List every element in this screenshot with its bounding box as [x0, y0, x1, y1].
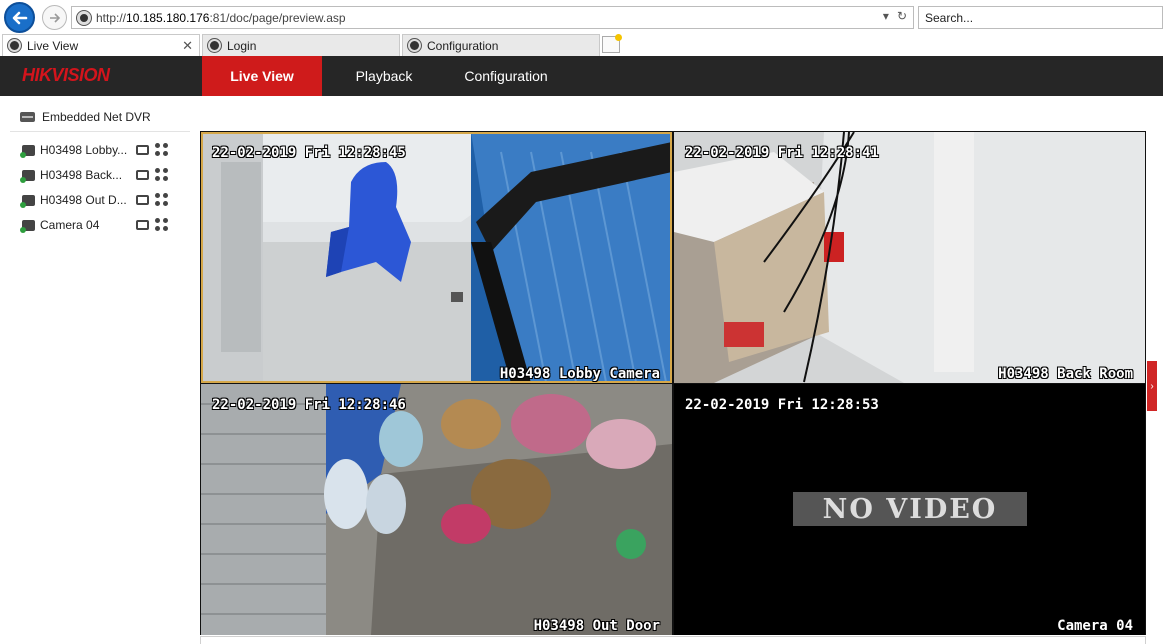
record-icon[interactable] — [136, 145, 149, 155]
tab-label: Login — [227, 38, 257, 53]
ptz-icon[interactable] — [155, 143, 171, 157]
camera-icon — [20, 144, 35, 158]
ptz-icon[interactable] — [155, 168, 171, 182]
video-grid: 22-02-2019 Fri 12:28:45 H03498 Lobby Cam… — [200, 131, 1146, 635]
tile-camera-name: Camera 04 — [1057, 618, 1133, 634]
video-tile-back-room[interactable]: 22-02-2019 Fri 12:28:41 H03498 Back Room — [674, 132, 1145, 383]
video-tile-lobby[interactable]: 22-02-2019 Fri 12:28:45 H03498 Lobby Cam… — [201, 132, 672, 383]
dvr-icon — [20, 112, 35, 122]
tab-label: Configuration — [427, 38, 499, 53]
record-icon[interactable] — [136, 220, 149, 230]
refresh-icon[interactable]: ↻ — [897, 9, 907, 23]
tile-camera-name: H03498 Lobby Camera — [499, 366, 660, 382]
back-button[interactable] — [4, 2, 35, 33]
tab-favicon-icon — [408, 39, 421, 52]
back-room-camera-feed — [674, 132, 1145, 383]
close-icon[interactable]: ✕ — [182, 38, 193, 54]
new-tab-button[interactable] — [602, 34, 622, 53]
tab-favicon-icon — [208, 39, 221, 52]
ptz-icon[interactable] — [155, 193, 171, 207]
device-node[interactable]: Embedded Net DVR — [20, 110, 151, 124]
menu-configuration[interactable]: Configuration — [450, 56, 562, 96]
camera-item[interactable]: H03498 Back... — [20, 166, 182, 184]
ptz-icon[interactable] — [155, 218, 171, 232]
channel-sidebar: Embedded Net DVR H03498 Lobby... H03498 … — [0, 96, 200, 644]
tab-live-view[interactable]: Live View ✕ — [2, 34, 200, 56]
tab-configuration[interactable]: Configuration — [402, 34, 600, 56]
search-input[interactable]: Search... — [918, 6, 1163, 29]
tile-timestamp: 22-02-2019 Fri 12:28:41 — [685, 145, 879, 161]
browser-tab-bar: Live View ✕ Login Configuration — [0, 34, 1163, 56]
camera-icon — [20, 219, 35, 233]
camera-icon — [20, 169, 35, 183]
camera-label: H03498 Back... — [40, 168, 123, 182]
logo: HIKVISION — [22, 65, 110, 85]
tab-label: Live View — [27, 38, 79, 53]
camera-label: H03498 Out D... — [40, 193, 127, 207]
tile-timestamp: 22-02-2019 Fri 12:28:46 — [212, 397, 406, 413]
camera-item[interactable]: H03498 Out D... — [20, 191, 182, 209]
camera-icon — [20, 194, 35, 208]
forward-button[interactable] — [42, 5, 67, 30]
camera-item[interactable]: Camera 04 — [20, 216, 182, 234]
app-header: HIKVISION Live View Playback Configurati… — [0, 56, 1163, 96]
tab-favicon-icon — [8, 39, 21, 52]
url-input[interactable]: http://10.185.180.176:81/doc/page/previe… — [71, 6, 914, 29]
bottom-toolbar — [200, 636, 1146, 644]
tile-timestamp: 22-02-2019 Fri 12:28:53 — [685, 397, 879, 413]
video-tile-camera-04[interactable]: 22-02-2019 Fri 12:28:53 NO VIDEO Camera … — [674, 384, 1145, 635]
camera-item[interactable]: H03498 Lobby... — [20, 141, 182, 159]
arrow-left-icon — [12, 11, 27, 24]
menu-live-view[interactable]: Live View — [202, 56, 322, 96]
out-door-camera-feed — [201, 384, 672, 635]
tile-camera-name: H03498 Out Door — [533, 618, 660, 634]
url-text: http://10.185.180.176:81/doc/page/previe… — [96, 10, 346, 25]
tab-login[interactable]: Login — [202, 34, 400, 56]
browser-address-bar: http://10.185.180.176:81/doc/page/previe… — [0, 0, 1163, 34]
arrow-right-icon — [49, 12, 60, 23]
camera-label: Camera 04 — [40, 218, 100, 232]
lobby-camera-feed — [201, 132, 672, 383]
tile-timestamp: 22-02-2019 Fri 12:28:45 — [212, 145, 406, 161]
panel-toggle-button[interactable]: › — [1147, 361, 1157, 411]
dropdown-icon[interactable]: ▾ — [883, 9, 889, 23]
tile-camera-name: H03498 Back Room — [998, 366, 1133, 382]
video-tile-out-door[interactable]: 22-02-2019 Fri 12:28:46 H03498 Out Door — [201, 384, 672, 635]
site-favicon-icon — [77, 10, 91, 25]
divider — [10, 131, 190, 132]
record-icon[interactable] — [136, 195, 149, 205]
no-video-indicator: NO VIDEO — [793, 492, 1027, 526]
record-icon[interactable] — [136, 170, 149, 180]
device-label: Embedded Net DVR — [42, 110, 151, 124]
camera-label: H03498 Lobby... — [40, 143, 128, 157]
menu-playback[interactable]: Playback — [336, 56, 432, 96]
